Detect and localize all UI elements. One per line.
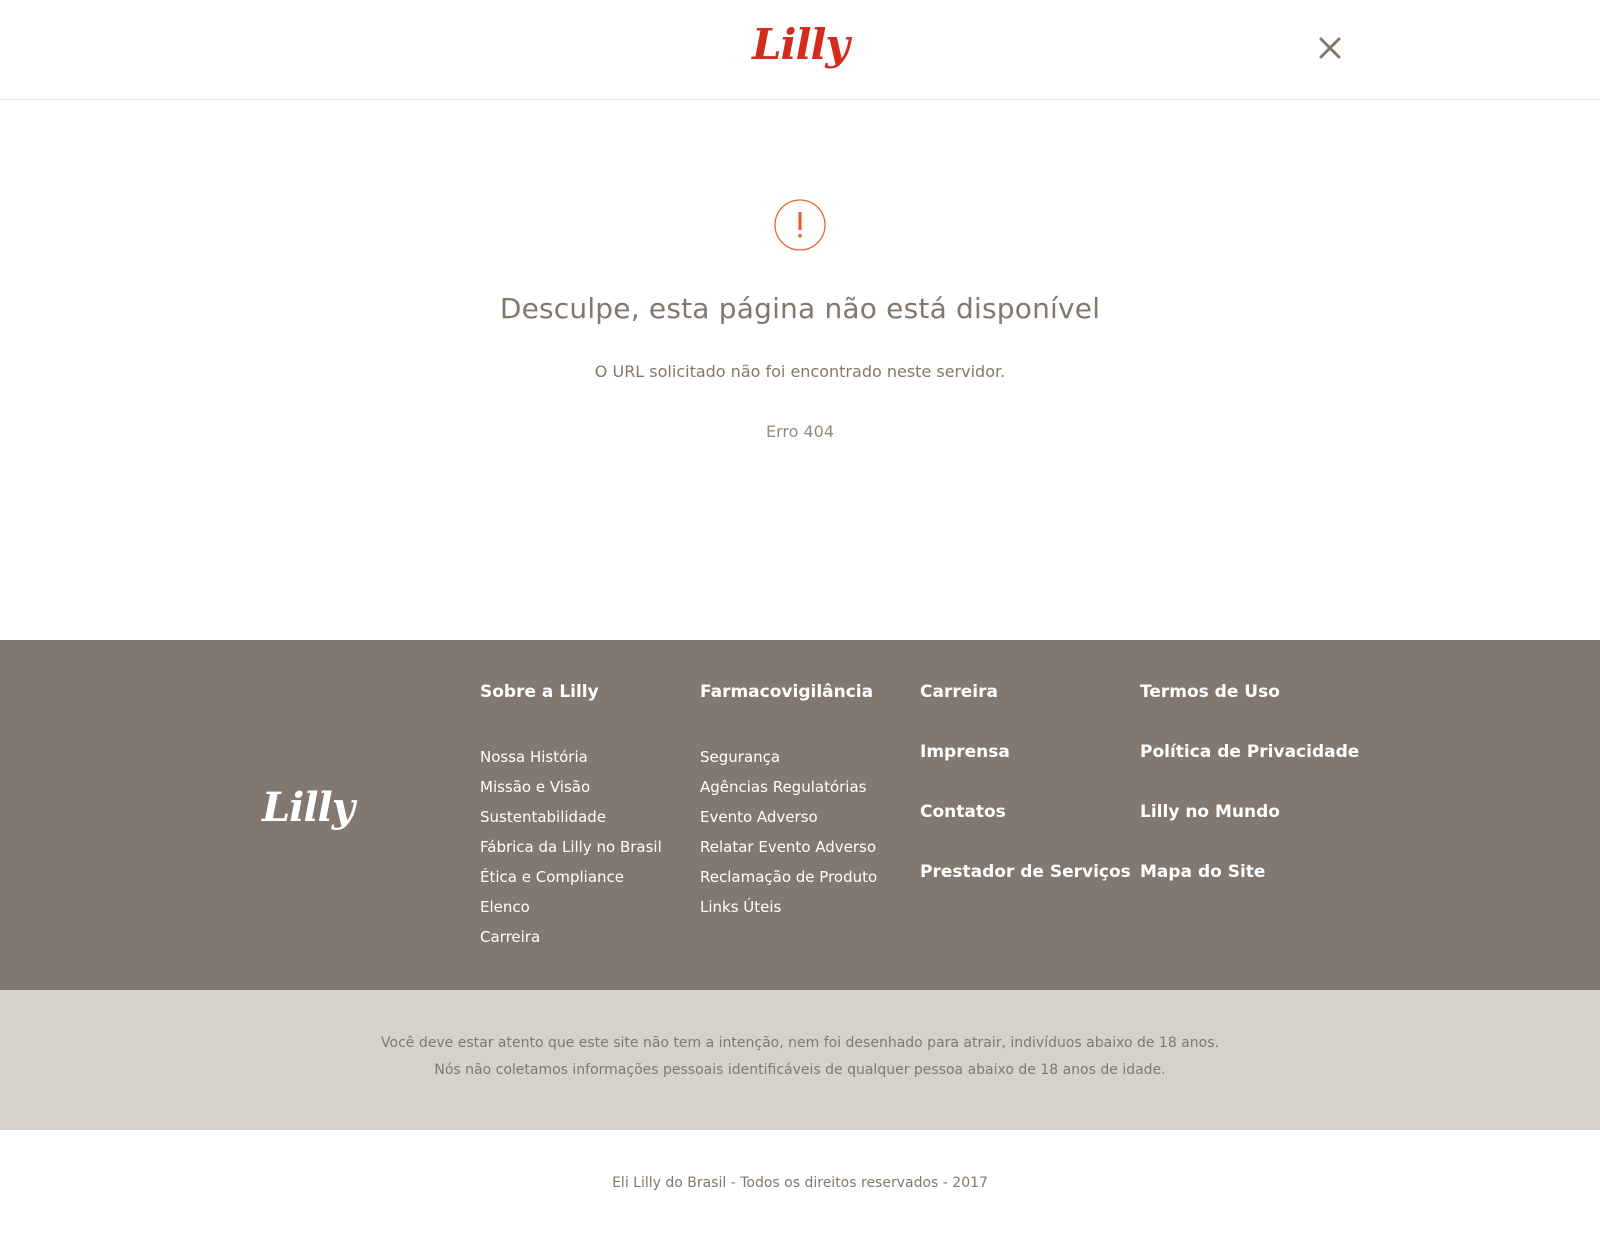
- footer-heading-contatos[interactable]: Contatos: [920, 800, 1131, 824]
- footer-link-elenco[interactable]: Elenco: [480, 892, 662, 922]
- footer-link-missao-visao[interactable]: Missão e Visão: [480, 772, 662, 802]
- error-title: Desculpe, esta página não está disponíve…: [499, 292, 1101, 325]
- disclaimer-line-1: Você deve estar atento que este site não…: [381, 1035, 1219, 1051]
- age-disclaimer: Você deve estar atento que este site não…: [0, 990, 1600, 1130]
- footer-nav: Lilly Sobre a Lilly Nossa História Missã…: [0, 640, 1600, 990]
- footer-column-institucional: Carreira Imprensa Contatos Prestador de …: [920, 680, 1131, 920]
- footer-link-nossa-historia[interactable]: Nossa História: [480, 742, 662, 772]
- footer-link-etica[interactable]: Ética e Compliance: [480, 862, 662, 892]
- header: Lilly: [0, 0, 1600, 100]
- footer-link-evento-adverso[interactable]: Evento Adverso: [700, 802, 877, 832]
- disclaimer-line-2: Nós não coletamos informações pessoais i…: [434, 1062, 1166, 1078]
- footer-column-sobre: Sobre a Lilly Nossa História Missão e Vi…: [480, 680, 662, 952]
- footer-link-sustentabilidade[interactable]: Sustentabilidade: [480, 802, 662, 832]
- footer-link-carreira[interactable]: Carreira: [480, 922, 662, 952]
- error-section: Desculpe, esta página não está disponíve…: [0, 100, 1600, 640]
- footer-links-sobre: Nossa História Missão e Visão Sustentabi…: [480, 742, 662, 952]
- footer-links-farmacovigilancia: Segurança Agências Regulatórias Evento A…: [700, 742, 877, 922]
- footer-heading-sobre-a-lilly[interactable]: Sobre a Lilly: [480, 680, 662, 704]
- footer-heading-carreira[interactable]: Carreira: [920, 680, 1131, 704]
- footer-column-farmacovigilancia: Farmacovigilância Segurança Agências Reg…: [700, 680, 877, 922]
- footer-heading-imprensa[interactable]: Imprensa: [920, 740, 1131, 764]
- footer-link-seguranca[interactable]: Segurança: [700, 742, 877, 772]
- footer-link-reclamacao[interactable]: Reclamação de Produto: [700, 862, 877, 892]
- footer-heading-privacidade[interactable]: Política de Privacidade: [1140, 740, 1359, 764]
- copyright-text: Eli Lilly do Brasil - Todos os direitos …: [612, 1175, 988, 1191]
- footer-heading-termos[interactable]: Termos de Uso: [1140, 680, 1359, 704]
- alert-circle-icon: [774, 199, 826, 251]
- footer-lilly-logo[interactable]: Lilly: [262, 788, 355, 828]
- error-code: Erro 404: [765, 422, 835, 441]
- close-button[interactable]: [1316, 34, 1344, 62]
- close-icon: [1319, 37, 1341, 59]
- copyright-bar: Eli Lilly do Brasil - Todos os direitos …: [0, 1130, 1600, 1240]
- footer-heading-mapa-do-site[interactable]: Mapa do Site: [1140, 860, 1359, 884]
- lilly-logo[interactable]: Lilly: [752, 24, 850, 66]
- footer-heading-farmacovigilancia[interactable]: Farmacovigilância: [700, 680, 877, 704]
- footer-link-agencias[interactable]: Agências Regulatórias: [700, 772, 877, 802]
- error-message: O URL solicitado não foi encontrado nest…: [594, 362, 1006, 381]
- footer-link-fabrica[interactable]: Fábrica da Lilly no Brasil: [480, 832, 662, 862]
- footer-link-relatar-evento[interactable]: Relatar Evento Adverso: [700, 832, 877, 862]
- footer-heading-prestador[interactable]: Prestador de Serviços: [920, 860, 1131, 884]
- footer-link-links-uteis[interactable]: Links Úteis: [700, 892, 877, 922]
- footer-column-legal: Termos de Uso Política de Privacidade Li…: [1140, 680, 1359, 920]
- footer-heading-lilly-no-mundo[interactable]: Lilly no Mundo: [1140, 800, 1359, 824]
